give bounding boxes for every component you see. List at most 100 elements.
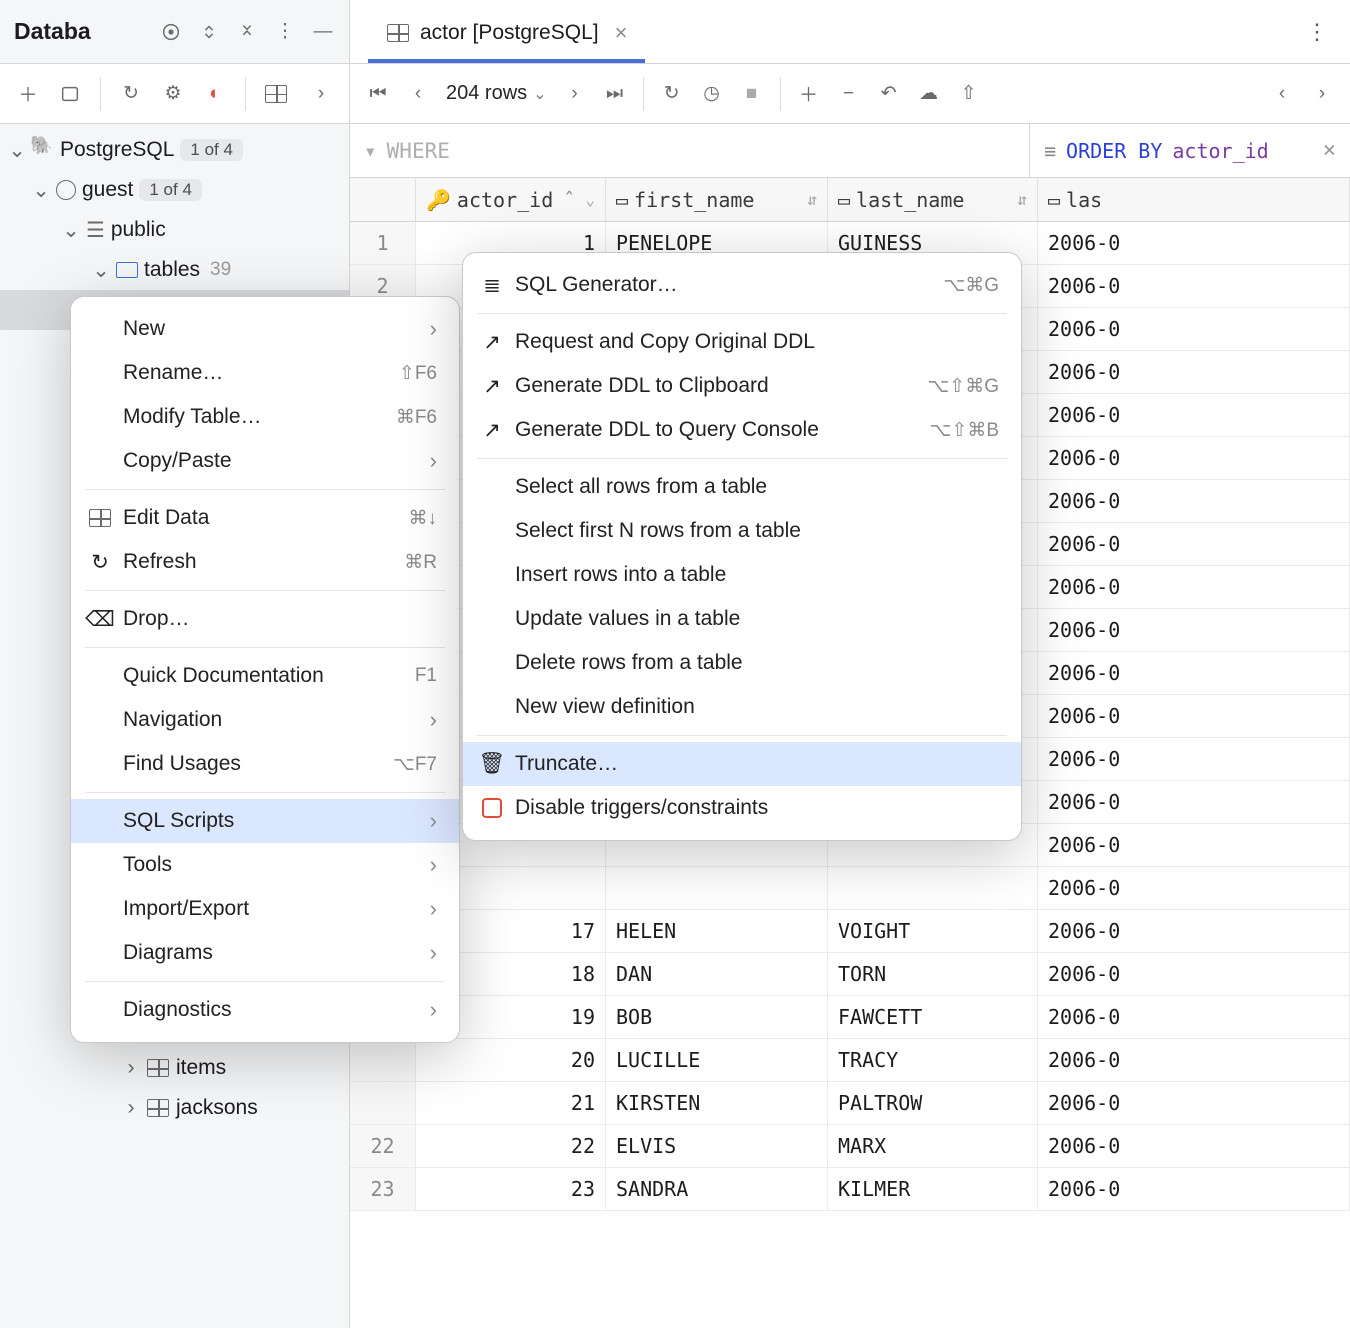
upload-icon[interactable]: ⇧: [957, 82, 981, 106]
menu-item[interactable]: ↗Generate DDL to Clipboard⌥⇧⌘G: [463, 364, 1021, 408]
cell-last-update[interactable]: 2006-0: [1038, 867, 1350, 909]
table-row[interactable]: 19BOBFAWCETT2006-0: [350, 996, 1350, 1039]
menu-item[interactable]: Insert rows into a table: [463, 553, 1021, 597]
row-count[interactable]: 204 rows ⌄: [446, 82, 547, 105]
next-page-icon[interactable]: ›: [563, 82, 587, 106]
cell-actor-id[interactable]: 23: [416, 1168, 606, 1210]
menu-item[interactable]: Quick DocumentationF1: [71, 654, 459, 698]
cell-last-update[interactable]: 2006-0: [1038, 437, 1350, 479]
expand-icon[interactable]: [197, 20, 221, 44]
datasource-node[interactable]: PostgreSQL 1 of 4: [0, 130, 349, 170]
cell-last-update[interactable]: 2006-0: [1038, 1125, 1350, 1167]
cell-first-name[interactable]: ELVIS: [606, 1125, 828, 1167]
timer-icon[interactable]: ◷: [700, 82, 724, 106]
menu-item[interactable]: Import/Export: [71, 887, 459, 931]
menu-item[interactable]: Delete rows from a table: [463, 641, 1021, 685]
cell-first-name[interactable]: KIRSTEN: [606, 1082, 828, 1124]
minimize-icon[interactable]: —: [311, 20, 335, 44]
target-icon[interactable]: [159, 20, 183, 44]
row-num-header[interactable]: [350, 178, 416, 221]
cell-last-update[interactable]: 2006-0: [1038, 1168, 1350, 1210]
cell-last-name[interactable]: TORN: [828, 953, 1038, 995]
cell-last-update[interactable]: 2006-0: [1038, 609, 1350, 651]
cell-last-name[interactable]: TRACY: [828, 1039, 1038, 1081]
menu-item[interactable]: Select first N rows from a table: [463, 509, 1021, 553]
col-header-actor-id[interactable]: 🔑 actor_id ˆ ⌄: [416, 178, 606, 221]
menu-item[interactable]: Modify Table…⌘F6: [71, 395, 459, 439]
menu-item[interactable]: ↗Generate DDL to Query Console⌥⇧⌘B: [463, 408, 1021, 452]
reload-icon[interactable]: ↻: [660, 82, 684, 106]
menu-item[interactable]: Find Usages⌥F7: [71, 742, 459, 786]
kebab-icon[interactable]: ⋮: [273, 20, 297, 44]
editor-tab[interactable]: actor [PostgreSQL] ×: [368, 8, 645, 63]
tables-node[interactable]: tables 39: [0, 250, 349, 290]
cell-last-update[interactable]: 2006-0: [1038, 351, 1350, 393]
cloud-icon[interactable]: ☁: [917, 82, 941, 106]
new-icon[interactable]: ＋: [16, 82, 40, 106]
cell-first-name[interactable]: LUCILLE: [606, 1039, 828, 1081]
table-row[interactable]: 18DANTORN2006-0: [350, 953, 1350, 996]
table-node-jacksons[interactable]: jacksons: [0, 1088, 349, 1128]
menu-item[interactable]: ↻Refresh⌘R: [71, 540, 459, 584]
cell-actor-id[interactable]: 20: [416, 1039, 606, 1081]
table-row[interactable]: 21KIRSTENPALTROW2006-0: [350, 1082, 1350, 1125]
menu-item[interactable]: Select all rows from a table: [463, 465, 1021, 509]
remove-row-icon[interactable]: −: [837, 82, 861, 106]
add-row-icon[interactable]: ＋: [797, 82, 821, 106]
cell-actor-id[interactable]: 21: [416, 1082, 606, 1124]
menu-item[interactable]: New view definition: [463, 685, 1021, 729]
menu-item[interactable]: Tools: [71, 843, 459, 887]
database-node[interactable]: guest 1 of 4: [0, 170, 349, 210]
cell-last-update[interactable]: 2006-0: [1038, 480, 1350, 522]
cell-last-update[interactable]: 2006-0: [1038, 308, 1350, 350]
menu-item[interactable]: ↗Request and Copy Original DDL: [463, 320, 1021, 364]
cell-last-update[interactable]: 2006-0: [1038, 265, 1350, 307]
menu-item[interactable]: ⌫Drop…: [71, 597, 459, 641]
cell-last-update[interactable]: 2006-0: [1038, 394, 1350, 436]
cell-last-update[interactable]: 2006-0: [1038, 566, 1350, 608]
order-by-filter[interactable]: ≡ ORDER BY actor_id ×: [1030, 124, 1350, 177]
table-row[interactable]: 2323SANDRAKILMER2006-0: [350, 1168, 1350, 1211]
cell-last-update[interactable]: 2006-0: [1038, 222, 1350, 264]
menu-item[interactable]: 🗑Truncate…: [463, 742, 1021, 786]
table-node-items[interactable]: items: [0, 1048, 349, 1088]
cell-first-name[interactable]: SANDRA: [606, 1168, 828, 1210]
cell-actor-id[interactable]: 22: [416, 1125, 606, 1167]
col-header-first-name[interactable]: ▭ first_name⇵: [606, 178, 828, 221]
cell-last-update[interactable]: 2006-0: [1038, 1039, 1350, 1081]
table-row[interactable]: 2006-0: [350, 867, 1350, 910]
cell-last-update[interactable]: 2006-0: [1038, 695, 1350, 737]
cell-last-update[interactable]: 2006-0: [1038, 996, 1350, 1038]
menu-item[interactable]: Copy/Paste: [71, 439, 459, 483]
overflow-chevron-icon[interactable]: ›: [309, 82, 333, 106]
cell-last-name[interactable]: PALTROW: [828, 1082, 1038, 1124]
table-view-icon[interactable]: [264, 82, 288, 106]
cell-first-name[interactable]: HELEN: [606, 910, 828, 952]
close-tab-icon[interactable]: ×: [615, 20, 628, 46]
cell-last-name[interactable]: VOIGHT: [828, 910, 1038, 952]
cell-first-name[interactable]: BOB: [606, 996, 828, 1038]
cell-last-update[interactable]: 2006-0: [1038, 1082, 1350, 1124]
cell-last-name[interactable]: KILMER: [828, 1168, 1038, 1210]
menu-item[interactable]: ≣SQL Generator…⌥⌘G: [463, 263, 1021, 307]
cell-last-name[interactable]: [828, 867, 1038, 909]
clear-filter-icon[interactable]: ×: [1323, 138, 1336, 163]
cell-last-update[interactable]: 2006-0: [1038, 738, 1350, 780]
table-row[interactable]: 17HELENVOIGHT2006-0: [350, 910, 1350, 953]
menu-item[interactable]: Rename…⇧F6: [71, 351, 459, 395]
menu-item[interactable]: Update values in a table: [463, 597, 1021, 641]
cell-last-name[interactable]: MARX: [828, 1125, 1038, 1167]
menu-item[interactable]: Edit Data⌘↓: [71, 496, 459, 540]
menu-item[interactable]: Disable triggers/constraints: [463, 786, 1021, 830]
cell-first-name[interactable]: [606, 867, 828, 909]
table-row[interactable]: 2222ELVISMARX2006-0: [350, 1125, 1350, 1168]
cell-last-update[interactable]: 2006-0: [1038, 781, 1350, 823]
refresh-icon[interactable]: ↻: [119, 82, 143, 106]
cell-first-name[interactable]: DAN: [606, 953, 828, 995]
console-icon[interactable]: [58, 82, 82, 106]
last-page-icon[interactable]: ⏭: [603, 82, 627, 106]
table-row[interactable]: 20LUCILLETRACY2006-0: [350, 1039, 1350, 1082]
where-filter[interactable]: ▾ WHERE: [350, 124, 1030, 177]
first-page-icon[interactable]: ⏮: [366, 82, 390, 106]
stop-icon[interactable]: ◐: [203, 82, 227, 106]
